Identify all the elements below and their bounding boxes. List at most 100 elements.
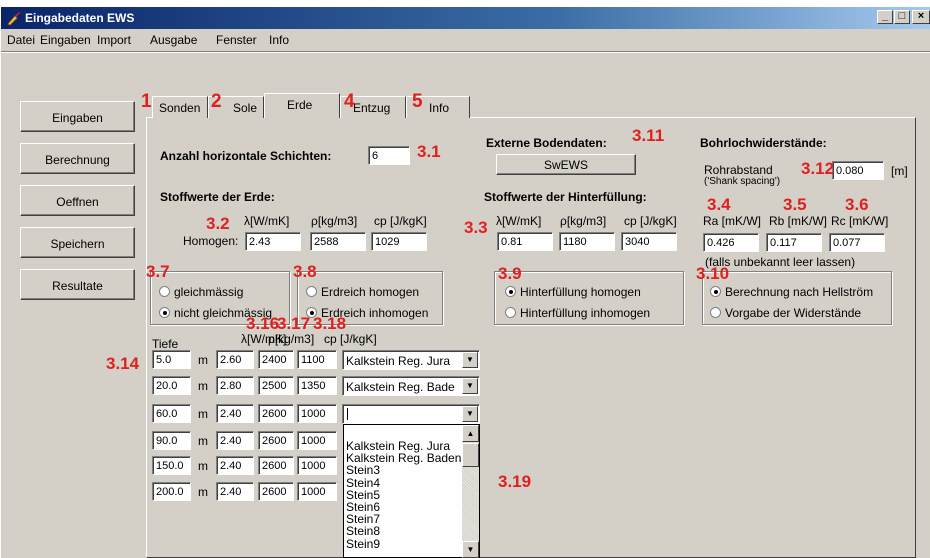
marker-3-8: 3.8 [293, 262, 317, 281]
radio-hellstroem[interactable]: Berechnung nach Hellström [710, 285, 873, 299]
radio-gleichmaessig[interactable]: gleichmässig [159, 285, 243, 299]
dropdown-arrow-icon[interactable]: ▼ [462, 406, 478, 422]
radio-erdreich-homogen[interactable]: Erdreich homogen [306, 285, 419, 299]
scroll-down-icon[interactable]: ▼ [462, 541, 479, 558]
ra-header: Ra [mK/W] [703, 214, 762, 228]
backfill-cp-input[interactable]: 3040 [621, 232, 677, 251]
radio-button[interactable] [505, 307, 516, 318]
radio-hinterfuellung-homogen[interactable]: Hinterfüllung homogen [505, 285, 641, 299]
minimize-button[interactable]: _ [877, 10, 893, 24]
radio-hinterfuellung-inhomogen[interactable]: Hinterfüllung inhomogen [505, 306, 650, 320]
radio-button-selected[interactable] [159, 307, 170, 318]
backfill-rho-header: ρ[kg/m3] [560, 214, 607, 228]
rho-input[interactable]: 2500 [258, 376, 294, 395]
table-cp-header: cp [J/kgK] [324, 332, 377, 346]
ra-input[interactable]: 0.426 [703, 233, 759, 252]
marker-3-9: 3.9 [498, 264, 522, 283]
scroll-thumb[interactable] [462, 443, 479, 467]
oeffnen-button[interactable]: Oeffnen [20, 185, 135, 216]
menu-fenster[interactable]: Fenster [216, 33, 257, 47]
dropdown-item[interactable]: Stein9 [346, 537, 380, 551]
radio-button-selected[interactable] [505, 286, 516, 297]
tab-sonden[interactable]: Sonden [152, 96, 208, 118]
marker-3-12: 3.12 [801, 159, 835, 178]
marker-3-10: 3.10 [696, 264, 730, 283]
spacing-input[interactable]: 0.080 [832, 161, 884, 180]
marker-3-6: 3.6 [845, 195, 869, 214]
depth-input[interactable]: 150.0 [152, 456, 191, 475]
cp-input[interactable]: 1000 [297, 431, 337, 450]
depth-input[interactable]: 5.0 [152, 350, 191, 369]
soil-label: Stoffwerte der Erde: [160, 190, 275, 204]
swews-button[interactable]: SwEWS [496, 154, 636, 175]
dropdown-scrollbar[interactable]: ▲ ▼ [462, 425, 479, 558]
rc-input[interactable]: 0.077 [829, 233, 885, 252]
menu-bar: Datei Eingaben Import Ausgabe Fenster In… [1, 29, 930, 49]
maximize-button[interactable]: □ [894, 10, 910, 24]
tab-marker-5: 5 [412, 91, 423, 112]
dropdown-arrow-icon[interactable]: ▼ [462, 378, 478, 394]
text-cursor [347, 408, 348, 420]
rho-input[interactable]: 2400 [258, 350, 294, 369]
depth-input[interactable]: 20.0 [152, 376, 191, 395]
material-select[interactable]: Kalkstein Reg. Bade ▼ [342, 376, 480, 396]
title-bar[interactable]: Eingabedaten EWS _ □ × [1, 7, 930, 29]
material-dropdown-list[interactable]: Kalkstein Reg. Jura Kalkstein Reg. Baden S… [343, 424, 480, 558]
marker-3-7: 3.7 [146, 262, 170, 281]
table-rho-header: ρ[kg/m3] [268, 332, 315, 346]
speichern-button[interactable]: Speichern [20, 227, 135, 258]
rho-input[interactable]: 2600 [258, 404, 294, 423]
lambda-input[interactable]: 2.40 [216, 404, 254, 423]
radio-button[interactable] [306, 286, 317, 297]
layers-input[interactable]: 6 [368, 146, 410, 165]
backfill-lambda-input[interactable]: 0.81 [497, 232, 553, 251]
soil-cp-input[interactable]: 1029 [371, 232, 427, 251]
window-title: Eingabedaten EWS [25, 11, 135, 25]
tab-marker-1: 1 [141, 91, 152, 112]
rb-input[interactable]: 0.117 [766, 233, 822, 252]
depth-input[interactable]: 200.0 [152, 482, 191, 501]
lambda-input[interactable]: 2.40 [216, 456, 254, 475]
resultate-button[interactable]: Resultate [20, 269, 135, 300]
dropdown-arrow-icon[interactable]: ▼ [462, 352, 478, 368]
rho-input[interactable]: 2600 [258, 431, 294, 450]
menu-import[interactable]: Import [97, 33, 131, 47]
menu-eingaben[interactable]: Eingaben [40, 33, 91, 47]
cp-input[interactable]: 1350 [297, 376, 337, 395]
cp-input[interactable]: 1000 [297, 456, 337, 475]
radio-button[interactable] [159, 286, 170, 297]
soil-lambda-header: λ[W/mK] [244, 214, 290, 228]
marker-3-18: 3.18 [313, 314, 347, 333]
radio-button-selected[interactable] [710, 286, 721, 297]
menu-datei[interactable]: Datei [7, 33, 35, 47]
close-button[interactable]: × [912, 10, 930, 24]
lambda-input[interactable]: 2.40 [216, 482, 254, 501]
depth-unit-label: m [198, 434, 208, 448]
eingaben-button[interactable]: Eingaben [20, 101, 135, 132]
tab-erde[interactable]: Erde [264, 93, 340, 118]
scroll-up-icon[interactable]: ▲ [462, 425, 479, 442]
cp-input[interactable]: 1000 [297, 404, 337, 423]
depth-input[interactable]: 60.0 [152, 404, 191, 423]
depth-input[interactable]: 90.0 [152, 431, 191, 450]
tab-marker-2: 2 [211, 91, 222, 112]
lambda-input[interactable]: 2.80 [216, 376, 254, 395]
radio-vorgabe-widerstaende[interactable]: Vorgabe der Widerstände [710, 306, 861, 320]
rho-input[interactable]: 2600 [258, 456, 294, 475]
soil-lambda-input[interactable]: 2.43 [245, 232, 301, 251]
marker-3-2: 3.2 [206, 214, 230, 233]
material-select[interactable]: Kalkstein Reg. Jura ▼ [342, 350, 480, 370]
menu-ausgabe[interactable]: Ausgabe [150, 33, 197, 47]
soil-rho-input[interactable]: 2588 [310, 232, 366, 251]
backfill-rho-input[interactable]: 1180 [559, 232, 615, 251]
radio-button[interactable] [710, 307, 721, 318]
rho-input[interactable]: 2600 [258, 482, 294, 501]
material-select[interactable]: ▼ [342, 404, 480, 424]
menu-info[interactable]: Info [269, 33, 289, 47]
app-icon [7, 12, 20, 26]
lambda-input[interactable]: 2.40 [216, 431, 254, 450]
lambda-input[interactable]: 2.60 [216, 350, 254, 369]
cp-input[interactable]: 1100 [297, 350, 337, 369]
berechnung-button[interactable]: Berechnung [20, 143, 135, 174]
cp-input[interactable]: 1000 [297, 482, 337, 501]
